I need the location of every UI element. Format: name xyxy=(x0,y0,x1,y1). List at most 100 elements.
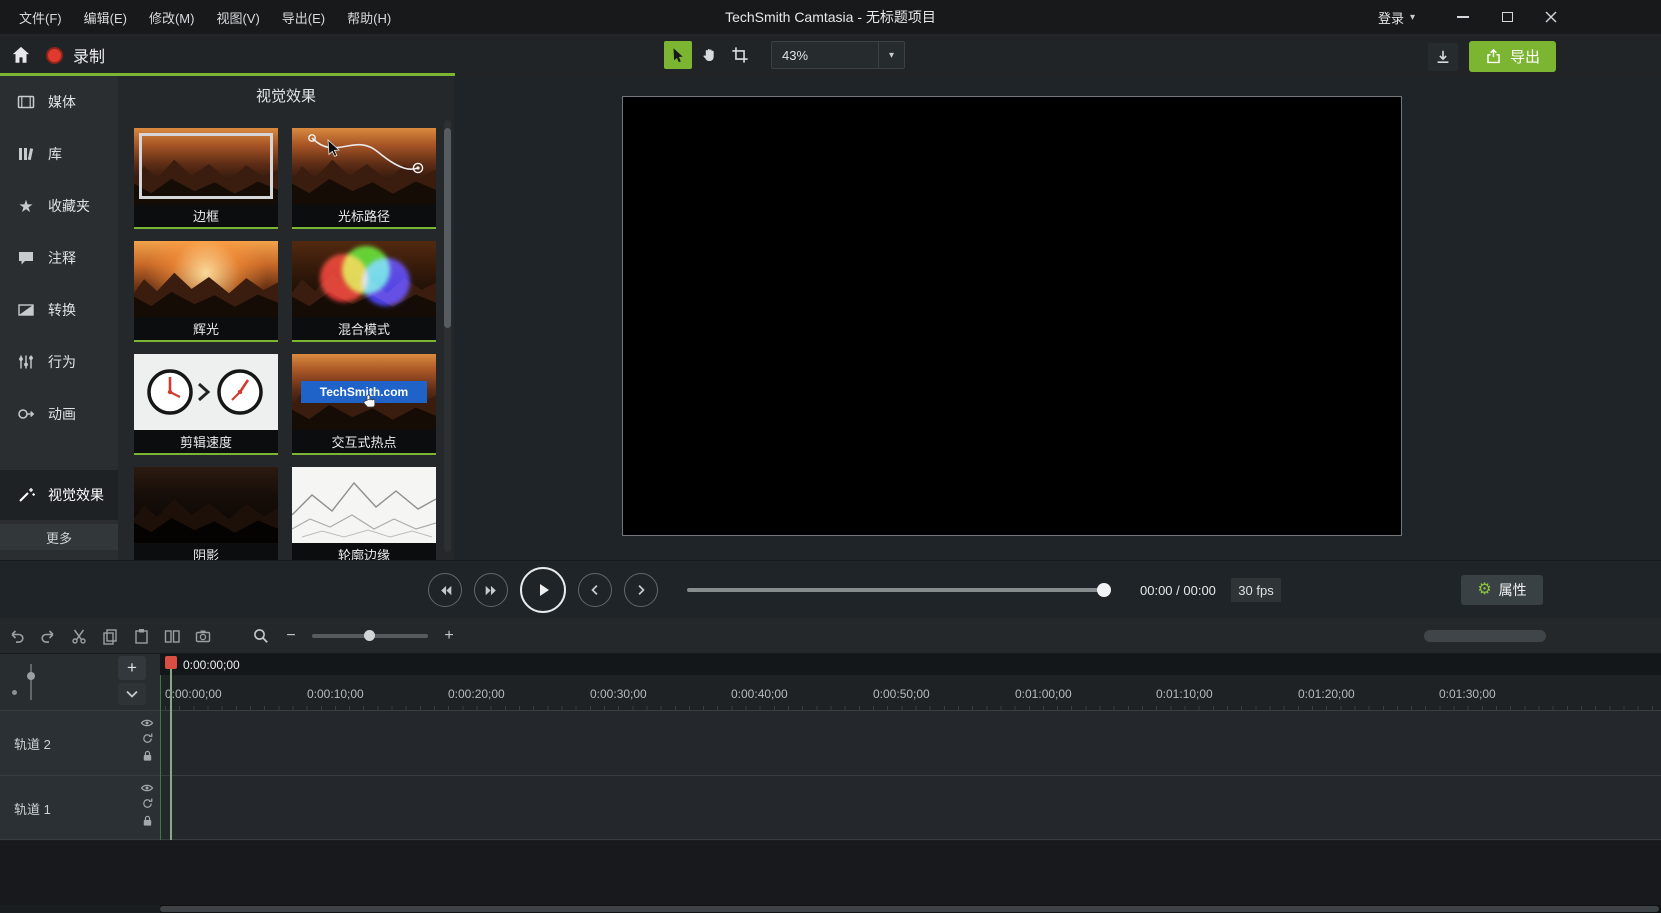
track-lane[interactable] xyxy=(160,711,1661,775)
gear-icon: ⚙ xyxy=(1477,582,1491,598)
prev-frame-button[interactable] xyxy=(428,573,462,607)
timeline-scrollbar[interactable] xyxy=(1424,630,1546,642)
menu-export[interactable]: 导出(E) xyxy=(271,8,336,27)
share-export-icon xyxy=(1485,48,1502,65)
track-lock-icon[interactable] xyxy=(141,814,154,827)
sidebar-item-animations[interactable]: 动画 xyxy=(0,388,118,440)
panel-scrollbar-thumb[interactable] xyxy=(444,128,451,328)
sidebar-item-media[interactable]: 媒体 xyxy=(0,76,118,128)
track-loop-icon[interactable] xyxy=(141,797,154,810)
effect-tile-shadow[interactable]: 阴影 xyxy=(134,467,278,560)
effect-tile-blend-mode[interactable]: 混合模式 xyxy=(292,241,436,342)
sidebar-item-visual-effects[interactable]: 视觉效果 xyxy=(0,470,118,520)
camera-icon xyxy=(194,627,212,645)
sidebar-item-transitions[interactable]: 转换 xyxy=(0,284,118,336)
sign-in-button[interactable]: 登录 ▾ xyxy=(1378,8,1415,27)
menu-help[interactable]: 帮助(H) xyxy=(336,8,402,27)
playhead[interactable] xyxy=(165,656,177,840)
step-back-button[interactable] xyxy=(578,573,612,607)
close-button[interactable] xyxy=(1529,0,1573,34)
copy-button[interactable] xyxy=(101,627,119,645)
zoom-in-button[interactable]: + xyxy=(442,627,456,645)
seek-slider[interactable] xyxy=(687,588,1110,592)
behaviors-icon xyxy=(15,352,37,372)
effect-tile-interactive-hotspot[interactable]: TechSmith.com 交互式热点 xyxy=(292,354,436,455)
timeline-zoom-button[interactable] xyxy=(252,627,270,645)
timebar-strip[interactable]: 0:00:00;00 xyxy=(160,654,1661,675)
scissors-icon xyxy=(70,627,88,645)
preview-canvas[interactable] xyxy=(622,96,1402,536)
split-button[interactable] xyxy=(163,627,181,645)
zoom-out-button[interactable]: − xyxy=(284,627,298,645)
sidebar-item-behaviors[interactable]: 行为 xyxy=(0,336,118,388)
cut-button[interactable] xyxy=(70,627,88,645)
home-button[interactable] xyxy=(10,44,32,66)
timeline-zoom-slider[interactable] xyxy=(312,634,428,638)
track-loop-icon[interactable] xyxy=(141,732,154,745)
sidebar-label: 库 xyxy=(48,144,62,164)
menu-edit[interactable]: 编辑(E) xyxy=(73,8,138,27)
seek-slider-thumb[interactable] xyxy=(1097,583,1111,597)
crop-icon xyxy=(731,46,749,64)
effect-label: 轮廓边缘 xyxy=(292,543,436,560)
track-header[interactable]: 轨道 1 xyxy=(0,776,160,839)
zoom-level-dropdown[interactable]: 43% ▾ xyxy=(771,41,905,69)
timeline-header-corner: + xyxy=(0,654,160,710)
playback-bar: 00:00 / 00:00 30 fps ⚙ 属性 xyxy=(0,560,1661,618)
track-lane[interactable] xyxy=(160,776,1661,839)
menu-file[interactable]: 文件(F) xyxy=(8,8,73,27)
record-label: 录制 xyxy=(73,43,105,67)
sidebar-item-library[interactable]: 库 xyxy=(0,128,118,180)
effect-tile-clip-speed[interactable]: 剪辑速度 xyxy=(134,354,278,455)
paste-button[interactable] xyxy=(132,627,150,645)
track-header[interactable]: 轨道 2 xyxy=(0,711,160,775)
effect-tile-border[interactable]: 边框 xyxy=(134,128,278,229)
timeline-h-scrollbar-thumb[interactable] xyxy=(160,906,1659,912)
timeline-origin-line xyxy=(160,675,161,840)
sidebar-label: 行为 xyxy=(48,352,76,372)
menu-items: 文件(F) 编辑(E) 修改(M) 视图(V) 导出(E) 帮助(H) xyxy=(8,0,402,34)
timeline-collapse-button[interactable] xyxy=(118,683,146,705)
effect-label: 交互式热点 xyxy=(292,430,436,453)
sidebar-label: 注释 xyxy=(48,248,76,268)
maximize-button[interactable] xyxy=(1485,0,1529,34)
download-button[interactable] xyxy=(1428,43,1458,71)
effect-tile-outline-edges[interactable]: 轮廓边缘 xyxy=(292,467,436,560)
properties-button[interactable]: ⚙ 属性 xyxy=(1461,575,1543,605)
export-button[interactable]: 导出 xyxy=(1469,41,1556,72)
track-visibility-eye-icon[interactable] xyxy=(140,718,154,728)
next-frame-button[interactable] xyxy=(474,573,508,607)
play-button[interactable] xyxy=(520,567,566,613)
playhead-handle[interactable] xyxy=(165,656,177,669)
ruler-tick: 0:00:20;00 xyxy=(448,687,505,701)
effect-tile-glow[interactable]: 辉光 xyxy=(134,241,278,342)
timeline-zoom-thumb[interactable] xyxy=(364,630,375,641)
minimize-button[interactable] xyxy=(1441,0,1485,34)
playhead-line xyxy=(170,669,172,840)
menu-modify[interactable]: 修改(M) xyxy=(138,8,206,27)
add-track-button[interactable]: + xyxy=(118,656,146,680)
track-height-slider[interactable] xyxy=(24,660,38,704)
panel-scrollbar[interactable] xyxy=(444,120,451,552)
track-rows: 轨道 2 轨道 1 xyxy=(0,710,1661,840)
menu-view[interactable]: 视图(V) xyxy=(205,8,270,27)
select-tool-button[interactable] xyxy=(664,41,692,69)
sidebar-more-button[interactable]: 更多 xyxy=(0,524,118,550)
timeline: 0:00:00;00 + 0:00:00;00 0:00:10;00 0:00:… xyxy=(0,654,1661,913)
panel-title: 视觉效果 xyxy=(118,85,454,106)
effect-thumbnail xyxy=(292,241,436,317)
effect-tile-cursor-path[interactable]: 光标路径 xyxy=(292,128,436,229)
undo-button[interactable] xyxy=(8,627,26,645)
record-button[interactable]: 录制 xyxy=(46,43,105,67)
track-visibility-eye-icon[interactable] xyxy=(140,783,154,793)
step-forward-button[interactable] xyxy=(624,573,658,607)
sidebar-item-annotations[interactable]: 注释 xyxy=(0,232,118,284)
screenshot-button[interactable] xyxy=(194,627,212,645)
crop-tool-button[interactable] xyxy=(726,41,754,69)
sidebar-item-favorites[interactable]: ★ 收藏夹 xyxy=(0,180,118,232)
pan-tool-button[interactable] xyxy=(695,41,723,69)
track-lock-icon[interactable] xyxy=(141,749,154,762)
timeline-ruler[interactable]: 0:00:00;00 0:00:10;00 0:00:20;00 0:00:30… xyxy=(160,675,1661,710)
timeline-h-scrollbar[interactable] xyxy=(160,905,1661,913)
redo-button[interactable] xyxy=(39,627,57,645)
